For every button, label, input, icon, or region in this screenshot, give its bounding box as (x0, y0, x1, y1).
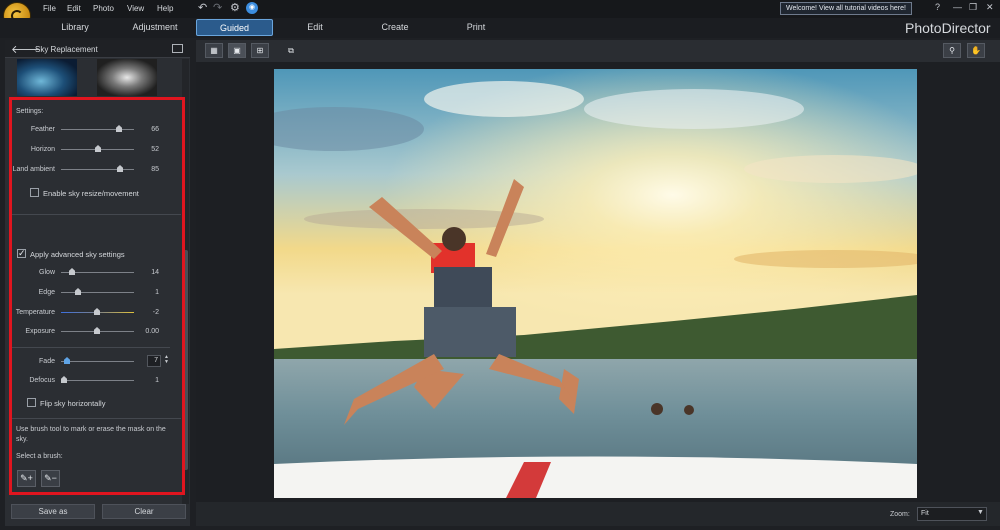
menu-view[interactable]: View (127, 4, 144, 13)
redo-icon[interactable]: ↷ (213, 1, 222, 14)
status-bar (196, 502, 1000, 526)
help-icon[interactable]: ? (935, 2, 940, 12)
detach-panel-icon[interactable] (172, 44, 183, 53)
restore-icon[interactable]: ❐ (969, 2, 977, 13)
notification-icon[interactable]: ◉ (246, 2, 258, 14)
tab-create[interactable]: Create (365, 19, 425, 36)
save-as-button[interactable]: Save as (11, 504, 95, 519)
settings-gear-icon[interactable]: ⚙ (230, 1, 240, 14)
tab-print[interactable]: Print (446, 19, 506, 36)
minimize-icon[interactable]: — (953, 2, 962, 12)
tab-guided[interactable]: Guided (196, 19, 273, 36)
welcome-tutorial-banner[interactable]: Welcome! View all tutorial videos here! (780, 2, 912, 15)
photodirector-window: File Edit Photo View Help ↶ ↷ ⚙ ◉ Welcom… (0, 0, 1000, 530)
zoom-tool-icon[interactable]: ⚲ (943, 43, 961, 58)
hand-tool-icon[interactable]: ✋ (967, 43, 985, 58)
menu-edit[interactable]: Edit (67, 4, 81, 13)
photo-preview[interactable] (274, 69, 917, 498)
menu-photo[interactable]: Photo (93, 4, 114, 13)
zoom-label: Zoom: (890, 511, 910, 518)
undo-icon[interactable]: ↶ (198, 1, 207, 14)
sky-thumbnail-aurora[interactable] (17, 59, 77, 96)
sky-replacement-panel: 🡐 Sky Replacement Settings: Feather 66 H… (5, 40, 190, 526)
panel-header: 🡐 Sky Replacement (5, 40, 190, 58)
brand-title: PhotoDirector (905, 20, 991, 36)
panel-title: Sky Replacement (35, 45, 98, 54)
chevron-down-icon[interactable]: ▼ (977, 509, 984, 516)
view-toolbar: ▦ ▣ ⊞ ⧉ ⚲ ✋ (196, 40, 1000, 62)
monitor-icon[interactable]: ⧉ (282, 43, 300, 58)
single-view-icon[interactable]: ▣ (228, 43, 246, 58)
compare-view-icon[interactable]: ▦ (205, 43, 223, 58)
mode-bar: Library Adjustment Guided Edit Create Pr… (0, 18, 1000, 38)
sky-thumbnail-storm[interactable] (97, 59, 157, 96)
grid-view-icon[interactable]: ⊞ (251, 43, 269, 58)
tab-adjustment[interactable]: Adjustment (118, 19, 192, 36)
clear-button[interactable]: Clear (102, 504, 186, 519)
tab-edit[interactable]: Edit (285, 19, 345, 36)
tab-library[interactable]: Library (40, 19, 110, 36)
close-icon[interactable]: ✕ (986, 2, 994, 13)
menu-file[interactable]: File (43, 4, 56, 13)
menu-help[interactable]: Help (157, 4, 173, 13)
settings-highlight-box (9, 97, 185, 495)
menu-bar: File Edit Photo View Help ↶ ↷ ⚙ ◉ Welcom… (0, 0, 1000, 18)
